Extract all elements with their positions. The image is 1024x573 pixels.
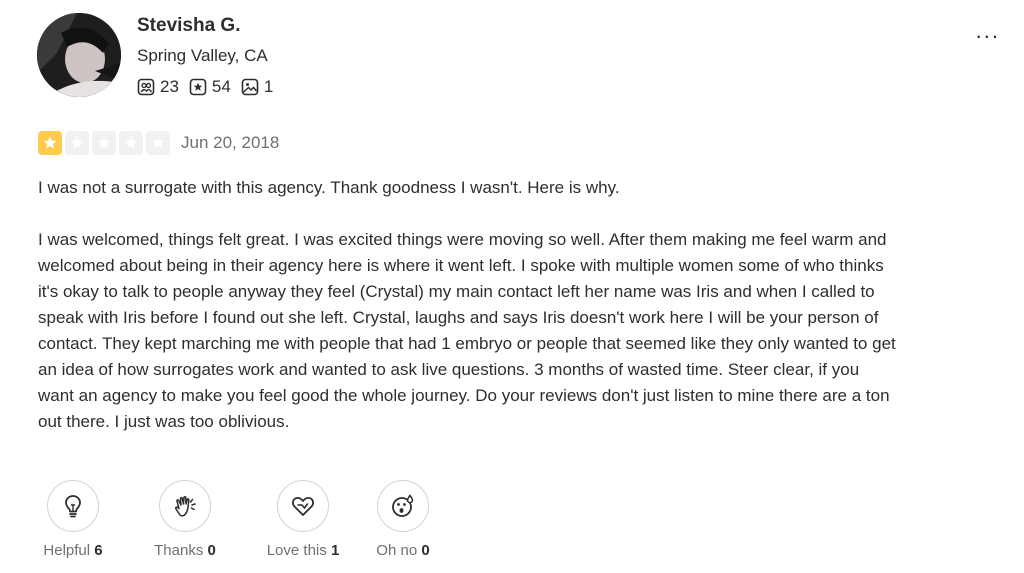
oh-no-button[interactable]: Oh no 0 [366,480,440,559]
review-date: Jun 20, 2018 [181,133,280,152]
lightbulb-icon [65,495,81,518]
thanks-count: 0 [207,542,216,559]
user-location: Spring Valley, CA [137,46,268,65]
star-rating-icon [38,131,62,155]
photo-icon [241,78,259,96]
review-paragraph: I was not a surrogate with this agency. … [38,178,620,197]
rating-row: Jun 20, 2018 [38,131,279,155]
reviews-stat: 54 [189,77,231,97]
oh-no-count: 0 [421,542,430,559]
user-name[interactable]: Stevisha G. [137,15,241,37]
friends-icon [137,78,155,96]
thanks-label[interactable]: Thanks 0 [154,542,216,559]
thanks-circle[interactable] [159,480,211,532]
star-rating-icon [65,131,89,155]
helpful-button[interactable]: Helpful 6 [36,480,110,559]
star-badge-icon [189,78,207,96]
friends-stat: 23 [137,77,179,97]
surprised-face-icon [392,494,414,517]
user-stats: 23 54 1 [137,77,283,97]
star-rating-icon [119,131,143,155]
reviews-count: 54 [211,77,231,96]
thanks-button[interactable]: Thanks 0 [148,480,222,559]
clapping-hands-icon [175,496,196,517]
helpful-label[interactable]: Helpful 6 [43,542,102,559]
avatar[interactable] [37,13,121,97]
love-this-count: 1 [330,542,340,559]
more-options-button[interactable]: ... [976,20,1000,42]
photos-stat: 1 [241,77,273,97]
love-this-label[interactable]: Love this 1 [267,542,340,559]
review-paragraph: I was welcomed, things felt great. I was… [38,230,896,431]
heart-icon [292,497,314,516]
oh-no-label[interactable]: Oh no 0 [376,542,429,559]
review-text: I was not a surrogate with this agency. … [38,175,898,461]
oh-no-circle[interactable] [377,480,429,532]
friends-count: 23 [160,77,179,96]
love-this-circle[interactable] [277,480,329,532]
helpful-circle[interactable] [47,480,99,532]
reaction-bar: Helpful 6 Thanks 0 Love this 1 Oh no 0 [36,480,440,559]
love-this-button[interactable]: Love this 1 [258,480,348,559]
photos-count: 1 [263,77,274,96]
star-rating-icon [146,131,170,155]
helpful-count: 6 [94,542,103,559]
star-rating-icon [92,131,116,155]
